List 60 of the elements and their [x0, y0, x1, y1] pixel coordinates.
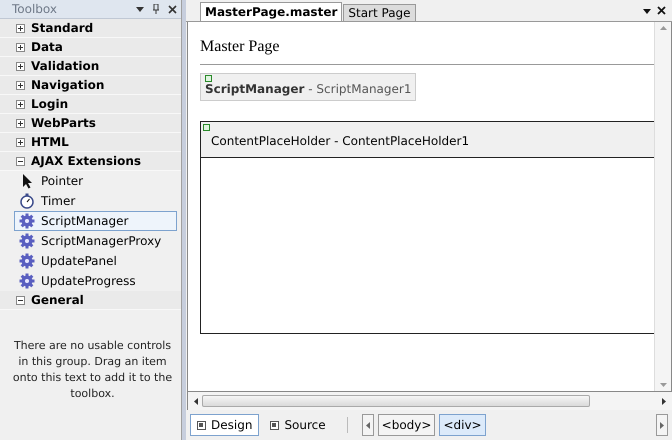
expand-icon[interactable]: [16, 138, 25, 146]
vertical-scrollbar[interactable]: [654, 22, 671, 391]
scroll-up-icon[interactable]: [660, 26, 666, 30]
toolbox-item[interactable]: Pointer: [14, 171, 177, 191]
expand-icon[interactable]: [16, 42, 25, 52]
placeholder-label: ContentPlaceHolder - ContentPlaceHolder1: [210, 133, 470, 148]
tag-breadcrumb[interactable]: <body>: [378, 414, 436, 436]
toolbox-item[interactable]: ScriptManager: [14, 211, 177, 231]
toolbox-category[interactable]: HTML: [0, 133, 181, 152]
right-arrow-icon: [660, 422, 664, 428]
smart-tag-icon[interactable]: [205, 75, 212, 82]
scroll-right-icon[interactable]: [662, 398, 666, 404]
content-placeholder[interactable]: ContentPlaceHolder - ContentPlaceHolder1: [200, 121, 654, 334]
script-manager-control[interactable]: ScriptManager - ScriptManager1: [200, 73, 416, 101]
collapse-icon[interactable]: [16, 296, 25, 304]
toolbox-item[interactable]: Timer: [14, 191, 177, 211]
scroll-left-icon[interactable]: [194, 398, 198, 404]
expand-icon[interactable]: [16, 24, 25, 32]
expand-icon[interactable]: [16, 100, 25, 108]
view-icon: [197, 420, 206, 430]
toolbox-category[interactable]: Login: [0, 95, 181, 114]
toolbox-category[interactable]: WebParts: [0, 114, 181, 133]
toolbox-category[interactable]: Standard: [0, 19, 181, 38]
smart-tag-icon[interactable]: [203, 124, 210, 131]
document-tab[interactable]: Start Page: [343, 4, 416, 21]
scroll-left-button[interactable]: [362, 414, 374, 436]
page-heading: Master Page: [200, 38, 654, 65]
left-arrow-icon: [366, 422, 370, 428]
gear-icon: [19, 233, 35, 249]
expand-icon[interactable]: [16, 80, 25, 90]
view-icon: [270, 420, 280, 430]
scroll-right-button[interactable]: [656, 414, 668, 436]
view-tab[interactable]: Design: [190, 414, 260, 436]
toolbox-item[interactable]: UpdateProgress: [14, 271, 177, 291]
empty-group-message: There are no usable controls in this group. Drag an item onto this text to add it to the toolbox.: [12, 338, 174, 402]
gear-icon: [19, 273, 35, 289]
panel-title: Toolbox: [12, 2, 58, 16]
toolbox-item[interactable]: UpdatePanel: [14, 251, 177, 271]
close-icon[interactable]: [168, 4, 177, 14]
expand-icon[interactable]: [16, 62, 25, 70]
tag-breadcrumb[interactable]: <div>: [439, 414, 486, 436]
toolbox-category[interactable]: General: [0, 291, 181, 310]
collapse-icon[interactable]: [16, 156, 25, 166]
dropdown-icon[interactable]: [643, 9, 651, 14]
scroll-down-icon[interactable]: [660, 383, 666, 387]
toolbox-item[interactable]: ScriptManagerProxy: [14, 231, 177, 251]
stopwatch-icon: [19, 193, 35, 209]
toolbox-category[interactable]: Navigation: [0, 76, 181, 95]
gear-icon: [19, 213, 35, 229]
toolbox-category[interactable]: AJAX Extensions: [0, 152, 181, 171]
close-icon[interactable]: [657, 6, 666, 15]
expand-icon[interactable]: [16, 118, 25, 128]
horizontal-scrollbar[interactable]: [187, 392, 672, 410]
toolbox-category[interactable]: Validation: [0, 57, 181, 76]
toolbox-category[interactable]: Data: [0, 38, 181, 57]
document-tab[interactable]: MasterPage.master: [200, 2, 342, 21]
view-tab[interactable]: Source: [263, 414, 333, 436]
dropdown-icon[interactable]: [136, 6, 144, 12]
gear-icon: [19, 253, 35, 269]
pin-icon[interactable]: [152, 4, 160, 14]
